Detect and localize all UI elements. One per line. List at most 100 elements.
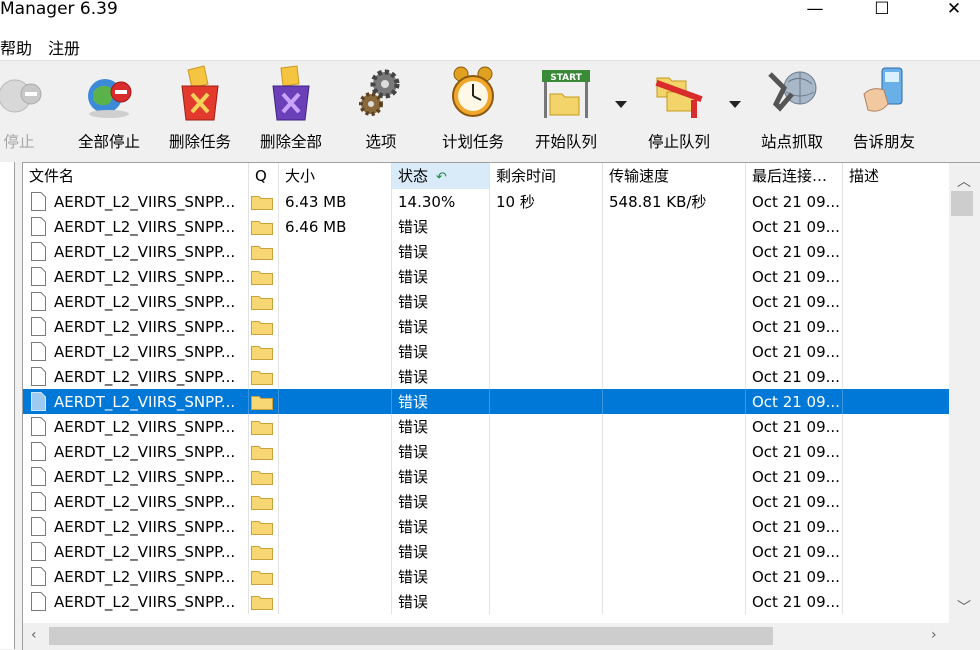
table-row[interactable]: AERDT_L2_VIIRS_SNPP... 错误 Oct 21 09...: [23, 339, 949, 364]
download-list[interactable]: 文件名 Q 大小 状态 ↶ 剩余时间 传输速度 最后连接… 描述 AERDT_L2…: [22, 162, 980, 650]
filename-text: AERDT_L2_VIIRS_SNPP...: [54, 493, 236, 511]
folder-icon: [251, 371, 273, 385]
last-connection-cell: Oct 21 09...: [746, 439, 843, 464]
filename-cell: AERDT_L2_VIIRS_SNPP...: [23, 239, 249, 264]
stop-queue-button[interactable]: 停止队列: [640, 64, 718, 154]
size-cell: [279, 464, 392, 489]
filename-text: AERDT_L2_VIIRS_SNPP...: [54, 318, 236, 336]
scroll-right-icon[interactable]: ›: [931, 627, 937, 643]
table-row[interactable]: AERDT_L2_VIIRS_SNPP... 错误 Oct 21 09...: [23, 539, 949, 564]
speed-cell: [603, 389, 746, 414]
speed-cell: [603, 589, 746, 614]
column-header-queue[interactable]: Q: [249, 163, 279, 189]
last-connection-cell: Oct 21 09...: [746, 364, 843, 389]
delete-task-button[interactable]: 删除任务: [162, 64, 238, 154]
start-queue-button[interactable]: START 开始队列: [527, 64, 605, 154]
table-row[interactable]: AERDT_L2_VIIRS_SNPP... 错误 Oct 21 09...: [23, 439, 949, 464]
file-icon: [31, 542, 46, 561]
description-cell: [843, 339, 949, 364]
category-pane[interactable]: [0, 162, 15, 649]
speed-cell: [603, 489, 746, 514]
vertical-scrollbar[interactable]: ︿ ﹀: [949, 163, 980, 623]
column-header-speed[interactable]: 传输速度: [603, 163, 746, 189]
vertical-scroll-thumb[interactable]: [951, 191, 973, 216]
horizontal-scroll-thumb[interactable]: [49, 627, 773, 645]
column-header-size[interactable]: 大小: [279, 163, 392, 189]
maximize-button[interactable]: ☐: [859, 0, 905, 22]
table-row[interactable]: AERDT_L2_VIIRS_SNPP... 错误 Oct 21 09...: [23, 514, 949, 539]
tell-friend-button[interactable]: 告诉朋友: [845, 64, 923, 154]
scroll-down-icon[interactable]: ﹀: [957, 597, 971, 617]
table-row[interactable]: AERDT_L2_VIIRS_SNPP... 错误 Oct 21 09...: [23, 489, 949, 514]
filename-cell: AERDT_L2_VIIRS_SNPP...: [23, 589, 249, 614]
table-row[interactable]: AERDT_L2_VIIRS_SNPP... 错误 Oct 21 09...: [23, 364, 949, 389]
start-queue-dropdown-icon[interactable]: [615, 101, 627, 108]
schedule-button[interactable]: 计划任务: [434, 64, 512, 154]
table-row[interactable]: AERDT_L2_VIIRS_SNPP... 错误 Oct 21 09...: [23, 414, 949, 439]
column-header-filename[interactable]: 文件名: [23, 163, 249, 189]
size-cell: [279, 314, 392, 339]
last-connection-cell: Oct 21 09...: [746, 489, 843, 514]
menu-help[interactable]: 帮助: [0, 35, 32, 59]
stop-button[interactable]: 停止: [0, 64, 44, 154]
filename-cell: AERDT_L2_VIIRS_SNPP...: [23, 264, 249, 289]
remaining-cell: [490, 314, 603, 339]
description-cell: [843, 589, 949, 614]
site-grabber-icon: [768, 71, 817, 112]
start-sign-text: START: [550, 73, 582, 83]
filename-cell: AERDT_L2_VIIRS_SNPP...: [23, 339, 249, 364]
table-row[interactable]: AERDT_L2_VIIRS_SNPP... 错误 Oct 21 09...: [23, 464, 949, 489]
last-connection-cell: Oct 21 09...: [746, 339, 843, 364]
table-row[interactable]: AERDT_L2_VIIRS_SNPP... 6.43 MB 14.30% 10 秒5…: [23, 189, 949, 214]
column-header-description[interactable]: 描述: [843, 163, 949, 189]
filename-text: AERDT_L2_VIIRS_SNPP...: [54, 193, 236, 211]
table-row[interactable]: AERDT_L2_VIIRS_SNPP... 错误 Oct 21 09...: [23, 239, 949, 264]
table-row[interactable]: AERDT_L2_VIIRS_SNPP... 错误 Oct 21 09...: [23, 564, 949, 589]
status-cell: 错误: [392, 214, 490, 239]
menu-bar: [0, 30, 980, 60]
remaining-cell: [490, 539, 603, 564]
stop-queue-dropdown-icon[interactable]: [729, 101, 741, 108]
queue-cell: [249, 414, 279, 439]
folder-icon: [251, 546, 273, 560]
menu-register[interactable]: 注册: [48, 35, 80, 59]
column-header-last-connection[interactable]: 最后连接…: [746, 163, 843, 189]
site-grabber-button[interactable]: 站点抓取: [753, 64, 831, 154]
table-row[interactable]: AERDT_L2_VIIRS_SNPP... 错误 Oct 21 09...: [23, 589, 949, 614]
options-button[interactable]: 选项: [352, 64, 410, 154]
table-row[interactable]: AERDT_L2_VIIRS_SNPP... 错误 Oct 21 09...: [23, 264, 949, 289]
filename-cell: AERDT_L2_VIIRS_SNPP...: [23, 564, 249, 589]
filename-text: AERDT_L2_VIIRS_SNPP...: [54, 543, 236, 561]
folder-icon: [251, 521, 273, 535]
stop-all-button[interactable]: 全部停止: [68, 64, 150, 154]
queue-cell: [249, 489, 279, 514]
table-row[interactable]: AERDT_L2_VIIRS_SNPP... 错误 Oct 21 09...: [23, 289, 949, 314]
delete-all-button[interactable]: 删除全部: [253, 64, 329, 154]
file-icon: [31, 392, 46, 411]
filename-cell: AERDT_L2_VIIRS_SNPP...: [23, 389, 249, 414]
window-title: Manager 6.39: [0, 0, 118, 19]
queue-cell: [249, 189, 279, 214]
column-header-remaining[interactable]: 剩余时间: [490, 163, 603, 189]
filename-cell: AERDT_L2_VIIRS_SNPP...: [23, 414, 249, 439]
filename-cell: AERDT_L2_VIIRS_SNPP...: [23, 289, 249, 314]
speed-cell: [603, 514, 746, 539]
close-button[interactable]: ✕: [931, 0, 977, 22]
table-row[interactable]: AERDT_L2_VIIRS_SNPP... 6.46 MB 错误 Oct 21 09…: [23, 214, 949, 239]
scroll-left-icon[interactable]: ‹: [31, 627, 37, 643]
status-cell: 错误: [392, 539, 490, 564]
table-row[interactable]: AERDT_L2_VIIRS_SNPP... 错误 Oct 21 09...: [23, 389, 949, 414]
sort-arrow-icon: ↶: [436, 170, 447, 185]
scroll-up-icon[interactable]: ︿: [957, 171, 971, 191]
queue-cell: [249, 564, 279, 589]
table-row[interactable]: AERDT_L2_VIIRS_SNPP... 错误 Oct 21 09...: [23, 314, 949, 339]
folder-icon: [251, 271, 273, 285]
last-connection-cell: Oct 21 09...: [746, 189, 843, 214]
file-icon: [31, 442, 46, 461]
speed-cell: [603, 214, 746, 239]
horizontal-scrollbar[interactable]: ‹ ›: [23, 623, 980, 650]
column-header-status[interactable]: 状态 ↶: [392, 163, 490, 189]
size-cell: [279, 514, 392, 539]
minimize-button[interactable]: —: [792, 0, 838, 22]
size-cell: [279, 414, 392, 439]
